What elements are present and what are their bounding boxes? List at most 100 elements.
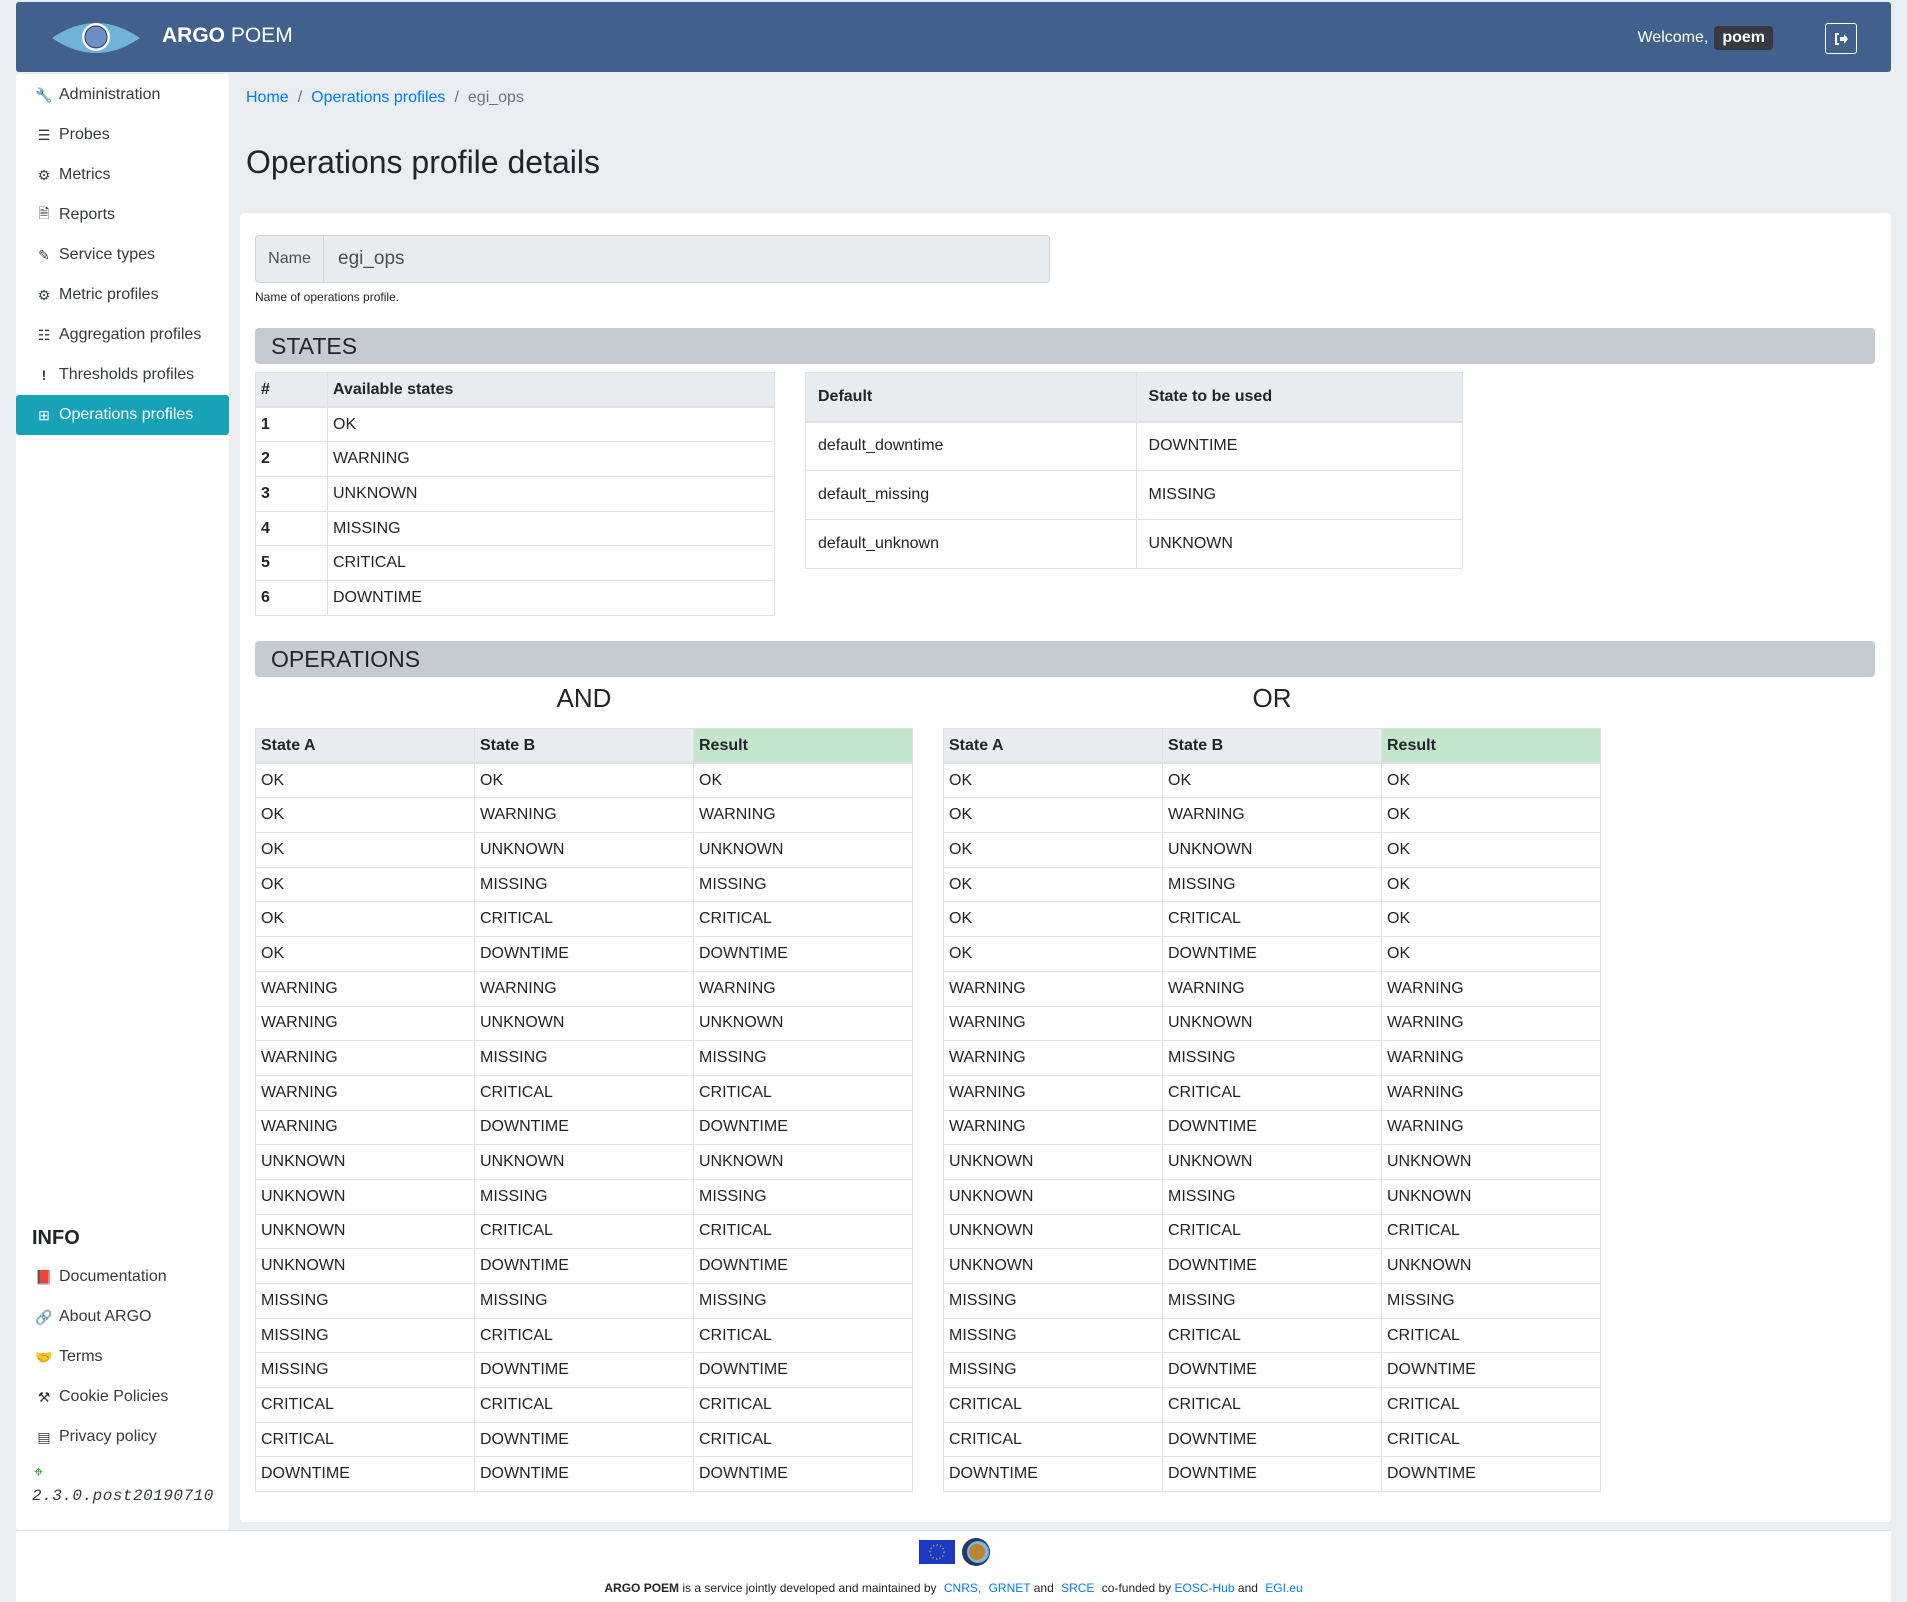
breadcrumb-operations-profiles[interactable]: Operations profiles — [311, 89, 445, 107]
table-row: MISSING CRITICAL CRITICAL — [255, 1317, 913, 1354]
table-cell: DOWNTIME — [693, 1456, 913, 1493]
table-cell: WARNING — [1162, 797, 1382, 834]
table-cell: MISSING — [693, 1040, 913, 1076]
info-item-about-argo[interactable]: 🔗 About ARGO — [16, 1297, 229, 1337]
table-cell: WARNING — [1162, 970, 1382, 1007]
table-cell: CRITICAL — [693, 1421, 913, 1458]
table-cell: WARNING — [474, 970, 694, 1007]
sidebar-item-label: Metric profiles — [59, 286, 159, 303]
table-cell: WARNING — [255, 970, 475, 1007]
info-item-cookie-policies[interactable]: ⚒ Cookie Policies — [16, 1377, 229, 1417]
table-cell: DOWNTIME — [474, 1456, 694, 1493]
sidebar-item-operations-profiles[interactable]: ⊞ Operations profiles — [16, 395, 229, 435]
table-cell: CRITICAL — [474, 1074, 694, 1111]
id-card-icon: ▤ — [37, 1428, 51, 1445]
table-cell: MISSING — [1162, 1283, 1382, 1319]
info-item-privacy-policy[interactable]: ▤ Privacy policy — [16, 1417, 229, 1457]
table-cell: OK — [943, 832, 1163, 868]
table-cell: DOWNTIME — [327, 580, 775, 616]
table-cell: DOWNTIME — [474, 1109, 694, 1146]
breadcrumb-home[interactable]: Home — [246, 89, 289, 107]
footer-link-egi[interactable]: EGI.eu — [1265, 1581, 1302, 1595]
table-cell: MISSING — [1162, 866, 1382, 903]
table-row: CRITICAL DOWNTIME CRITICAL — [255, 1421, 913, 1458]
crosshairs-icon: ⌖ — [34, 1464, 44, 1481]
sidebar-item-label: Service types — [59, 246, 156, 263]
table-cell: DOWNTIME — [1162, 1352, 1382, 1389]
table-cell: CRITICAL — [693, 1317, 913, 1354]
sidebar: 🔧 Administration ☰ Probes ⚙ Metrics 🗎 Report… — [16, 74, 229, 1530]
table-cell: WARNING — [255, 1040, 475, 1076]
table-cell: WARNING — [255, 1005, 475, 1042]
sidebar-item-service-types[interactable]: ✎ Service types — [16, 235, 229, 275]
book-icon: 📕 — [35, 1268, 53, 1285]
table-cell: MISSING — [693, 1178, 913, 1215]
footer-link-eosc-hub[interactable]: EOSC-Hub — [1175, 1581, 1235, 1595]
table-row: OK CRITICAL OK — [943, 901, 1601, 938]
table-row: MISSING DOWNTIME DOWNTIME — [943, 1352, 1601, 1389]
table-row: WARNING WARNING WARNING — [943, 970, 1601, 1007]
table-cell: WARNING — [1381, 1005, 1601, 1042]
table-cell: MISSING — [1162, 1040, 1382, 1076]
sidebar-item-label: Probes — [59, 126, 110, 143]
table-row: UNKNOWN UNKNOWN UNKNOWN — [255, 1144, 913, 1180]
table-cell: DOWNTIME — [1381, 1352, 1601, 1389]
table-cell: UNKNOWN — [943, 1213, 1163, 1250]
brand-title[interactable]: ARGO POEM — [162, 24, 293, 48]
table-cell: CRITICAL — [327, 545, 775, 582]
table-cell: OK — [1381, 832, 1601, 868]
sidebar-item-aggregation-profiles[interactable]: ☷ Aggregation profiles — [16, 315, 229, 355]
table-cell: CRITICAL — [943, 1387, 1163, 1423]
table-row: OK WARNING WARNING — [255, 797, 913, 834]
default-states-table: Default State to be used default_downtim… — [805, 372, 1464, 569]
table-cell: WARNING — [693, 970, 913, 1007]
sidebar-item-metric-profiles[interactable]: ⚙ Metric profiles — [16, 275, 229, 315]
table-cell: WARNING — [943, 970, 1163, 1007]
table-cell: MISSING — [1162, 1178, 1382, 1215]
table-cell: MISSING — [327, 510, 775, 547]
table-cell: OK — [255, 762, 475, 799]
eu-flag-icon — [919, 1540, 955, 1564]
table-cell: CRITICAL — [474, 1387, 694, 1423]
column-header-result: Result — [1381, 728, 1601, 765]
logout-button[interactable] — [1825, 23, 1857, 54]
name-input[interactable]: egi_ops — [324, 236, 1049, 282]
sidebar-item-probes[interactable]: ☰ Probes — [16, 115, 229, 155]
table-cell: UNKNOWN — [1381, 1178, 1601, 1215]
breadcrumb-separator: / — [454, 89, 459, 106]
and-operation-table: State A State B Result OK OK OK OK WARNING WA… — [255, 728, 913, 1493]
footer-link-srce[interactable]: SRCE — [1061, 1581, 1094, 1595]
table-cell: OK — [1381, 797, 1601, 834]
table-cell: DOWNTIME — [1162, 1456, 1382, 1493]
sidebar-item-administration[interactable]: 🔧 Administration — [16, 75, 229, 115]
table-row: CRITICAL CRITICAL CRITICAL — [943, 1387, 1601, 1423]
sidebar-item-metrics[interactable]: ⚙ Metrics — [16, 155, 229, 195]
table-cell: UNKNOWN — [943, 1178, 1163, 1215]
table-cell: UNKNOWN — [474, 832, 694, 868]
info-item-terms[interactable]: 🤝 Terms — [16, 1337, 229, 1377]
sidebar-item-thresholds-profiles[interactable]: ! Thresholds profiles — [16, 355, 229, 395]
footer-link-grnet[interactable]: GRNET — [989, 1581, 1031, 1595]
table-row: OK UNKNOWN UNKNOWN — [255, 832, 913, 868]
table-row: DOWNTIME DOWNTIME DOWNTIME — [943, 1456, 1601, 1493]
table-cell: OK — [943, 797, 1163, 834]
footer-text-part: and — [1237, 1581, 1258, 1595]
column-header: State B — [474, 728, 694, 765]
username-badge: poem — [1714, 26, 1773, 50]
handshake-icon: 🤝 — [35, 1348, 53, 1365]
name-label: Name — [256, 236, 324, 282]
info-item-label: Terms — [59, 1348, 103, 1365]
table-cell: WARNING — [943, 1005, 1163, 1042]
footer-brand: ARGO POEM — [604, 1581, 680, 1595]
table-cell: CRITICAL — [1381, 1317, 1601, 1354]
table-cell: MISSING — [1381, 1283, 1601, 1319]
table-cell: DOWNTIME — [255, 1456, 475, 1493]
table-cell: CRITICAL — [255, 1421, 475, 1458]
sidebar-item-label: Aggregation profiles — [59, 326, 202, 343]
table-cell: WARNING — [474, 797, 694, 834]
info-item-documentation[interactable]: 📕 Documentation — [16, 1257, 229, 1297]
footer-link-cnrs[interactable]: CNRS, — [944, 1581, 981, 1595]
table-cell: MISSING — [474, 866, 694, 903]
sidebar-item-reports[interactable]: 🗎 Reports — [16, 195, 229, 235]
table-icon: ⊞ — [38, 406, 50, 423]
